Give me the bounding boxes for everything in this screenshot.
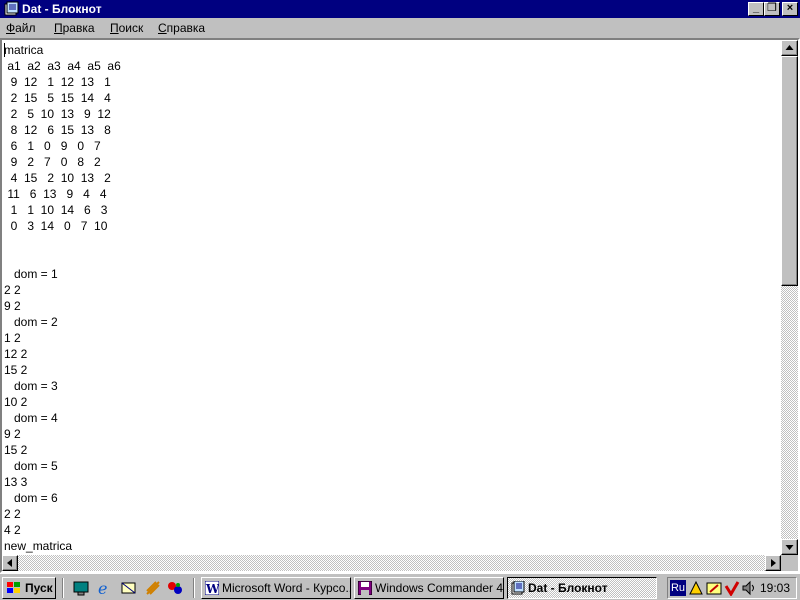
close-button[interactable]: × [782, 2, 798, 16]
arrow-left-icon [7, 559, 12, 567]
tray-scheduler-icon[interactable] [706, 580, 722, 596]
arrow-up-icon [785, 45, 794, 50]
horizontal-scrollbar[interactable] [2, 555, 781, 571]
editor-frame: matrica a1 a2 a3 a4 a5 a6 9 12 1 12 13 1… [0, 38, 800, 573]
floppy-icon [358, 581, 372, 595]
scroll-up-button[interactable] [781, 40, 798, 56]
windows-logo-icon [7, 582, 20, 593]
volume-icon[interactable] [741, 580, 757, 596]
task-word[interactable]: W Microsoft Word - Курсо... [201, 577, 351, 599]
language-indicator[interactable]: Ru [670, 580, 686, 596]
task-windows-commander[interactable]: Windows Commander 4.... [354, 577, 504, 599]
notepad-icon [4, 1, 19, 16]
svg-text:e: e [98, 579, 107, 597]
vertical-scrollbar[interactable] [781, 40, 798, 555]
scroll-corner [781, 555, 798, 571]
tray-app-icon[interactable] [688, 580, 704, 596]
document-text: matrica a1 a2 a3 a4 a5 a6 9 12 1 12 13 1… [4, 43, 121, 553]
maximize-button[interactable]: ❐ [764, 2, 780, 16]
minimize-button[interactable]: _ [748, 2, 764, 16]
scroll-down-button[interactable] [781, 539, 798, 555]
menu-bar: Файл Правка Поиск Справка [0, 18, 800, 38]
program-icon[interactable] [166, 579, 184, 597]
taskbar-separator [62, 578, 64, 598]
svg-text:W: W [205, 582, 219, 595]
word-icon: W [205, 581, 219, 595]
menu-search[interactable]: Поиск [110, 21, 143, 35]
outlook-express-icon[interactable] [120, 579, 138, 597]
arrow-down-icon [785, 545, 794, 550]
system-tray: Ru 19:03 [667, 577, 797, 599]
clock[interactable]: 19:03 [760, 581, 790, 595]
menu-file[interactable]: Файл [6, 21, 36, 35]
start-label: Пуск [25, 581, 53, 595]
taskbar-separator [193, 578, 195, 598]
scroll-thumb[interactable] [781, 56, 798, 286]
task-notepad[interactable]: Dat - Блокнот [507, 577, 657, 599]
text-caret [4, 43, 5, 57]
notepad-window: Dat - Блокнот _ ❐ × Файл Правка Поиск Сп… [0, 0, 800, 573]
menu-help[interactable]: Справка [158, 21, 205, 35]
window-title: Dat - Блокнот [22, 2, 102, 16]
start-button[interactable]: Пуск [2, 577, 56, 599]
title-bar[interactable]: Dat - Блокнот _ ❐ × [0, 0, 800, 18]
text-editor[interactable]: matrica a1 a2 a3 a4 a5 a6 9 12 1 12 13 1… [2, 40, 781, 555]
internet-explorer-icon[interactable]: e [96, 579, 114, 597]
desktop-icon[interactable] [72, 579, 90, 597]
menu-edit[interactable]: Правка [54, 21, 95, 35]
arrow-right-icon [771, 559, 776, 567]
notepad-icon [511, 581, 525, 595]
scroll-left-button[interactable] [2, 555, 18, 571]
channels-icon[interactable] [144, 579, 162, 597]
tray-antivirus-icon[interactable] [724, 580, 740, 596]
scroll-right-button[interactable] [765, 555, 781, 571]
taskbar: Пуск e W Microsoft Word - Курсо... Windo… [0, 573, 800, 600]
